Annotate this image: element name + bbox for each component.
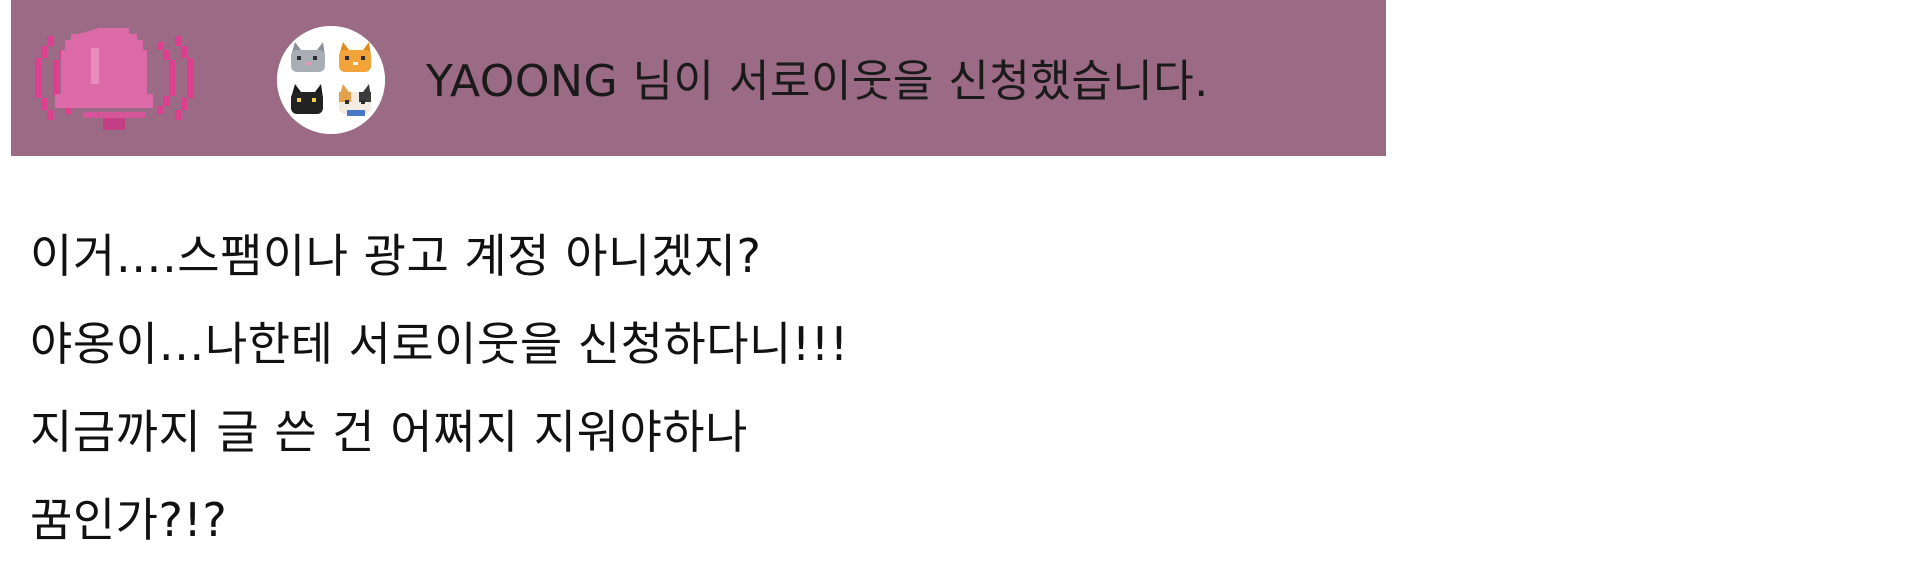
bell-ringing-icon [29,18,199,138]
message-lines: 이거….스팸이나 광고 계정 아니겠지? 야옹이…나한테 서로이웃을 신청하다니… [30,212,849,564]
text-line: 이거….스팸이나 광고 계정 아니겠지? [30,229,762,283]
text-line: 야옹이…나한테 서로이웃을 신청하다니!!! [30,317,849,371]
notification-banner[interactable]: YAOONG 님이 서로이웃을 신청했습니다. [11,0,1386,156]
text-line: 꿈인가?!? [30,493,228,547]
cat-avatar-icon[interactable] [277,26,385,134]
text-line: 지금까지 글 쓴 건 어쩌지 지워야하나 [30,405,748,459]
notification-message: YAOONG 님이 서로이웃을 신청했습니다. [426,56,1209,107]
